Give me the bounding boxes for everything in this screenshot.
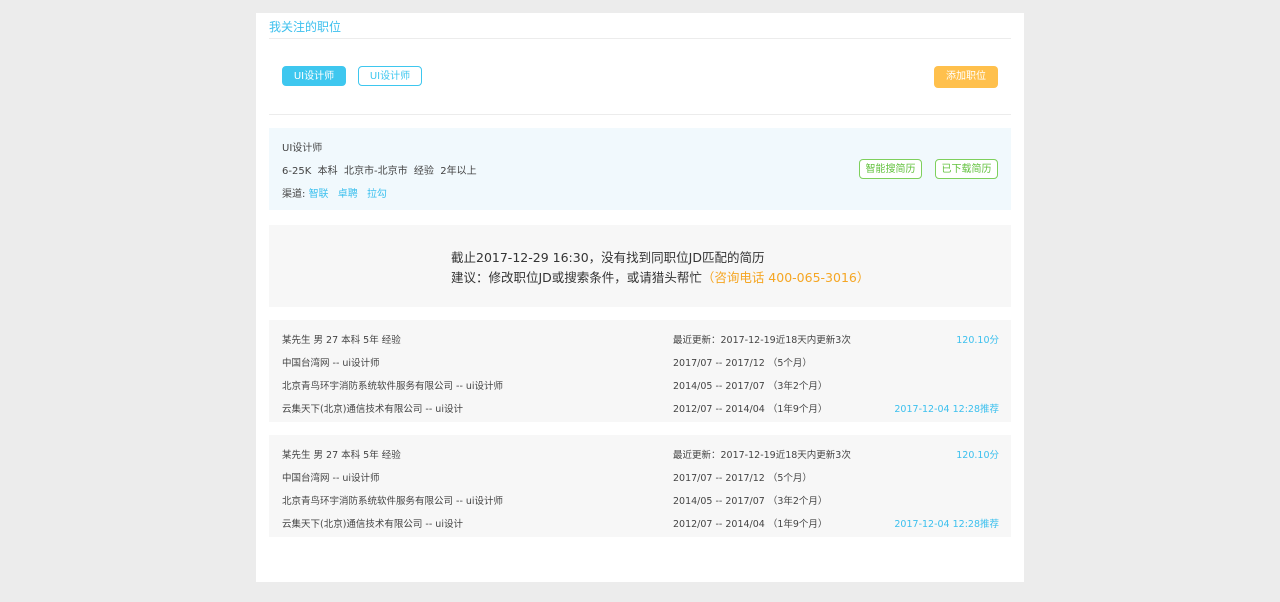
channel-zhilian[interactable]: 智联 xyxy=(309,189,329,200)
channel-zhuopin[interactable]: 卓聘 xyxy=(338,189,358,200)
notice-suggestion-text: 建议：修改职位JD或搜索条件，或请猎头帮忙（咨询电话 400-065-3016） xyxy=(451,267,869,286)
title-divider xyxy=(269,38,1011,39)
resume-card[interactable]: 某先生 男 27 本科 5年 经验 最近更新：2017-12-19近18天内更新… xyxy=(269,320,1011,422)
experience-period: 2014/05 -- 2017/07 （3年2个月） xyxy=(673,381,828,392)
no-match-notice: 截止2017-12-29 16:30，没有找到同职位JD匹配的简历 建议：修改职… xyxy=(269,225,1011,307)
candidate-summary: 某先生 男 27 本科 5年 经验 xyxy=(282,450,401,461)
last-updated: 最近更新：2017-12-19近18天内更新3次 xyxy=(673,450,851,461)
tags-divider xyxy=(269,114,1011,115)
resume-card[interactable]: 某先生 男 27 本科 5年 经验 最近更新：2017-12-19近18天内更新… xyxy=(269,435,1011,537)
smart-search-resume-button[interactable]: 智能搜简历 xyxy=(859,159,922,179)
job-tag-active[interactable]: UI设计师 xyxy=(282,66,346,86)
job-title: UI设计师 xyxy=(282,143,323,154)
page-title: 我关注的职位 xyxy=(269,20,342,34)
match-score: 120.10分 xyxy=(956,450,999,461)
recommend-time: 2017-12-04 12:28推荐 xyxy=(894,404,999,415)
job-tag[interactable]: UI设计师 xyxy=(358,66,422,86)
main-card: 我关注的职位 UI设计师 UI设计师 添加职位 UI设计师 6-25K 本科 北… xyxy=(256,13,1024,582)
consult-phone-link[interactable]: （咨询电话 400-065-3016） xyxy=(702,270,870,285)
downloaded-resume-button[interactable]: 已下载简历 xyxy=(935,159,998,179)
job-info-panel: UI设计师 6-25K 本科 北京市-北京市 经验 2年以上 渠道: 智联 卓聘… xyxy=(269,128,1011,210)
recommend-time: 2017-12-04 12:28推荐 xyxy=(894,519,999,530)
match-score: 120.10分 xyxy=(956,335,999,346)
last-updated: 最近更新：2017-12-19近18天内更新3次 xyxy=(673,335,851,346)
experience-company: 云集天下(北京)通信技术有限公司 -- ui设计 xyxy=(282,519,463,530)
channel-lagou[interactable]: 拉勾 xyxy=(367,189,387,200)
notice-deadline-text: 截止2017-12-29 16:30，没有找到同职位JD匹配的简历 xyxy=(451,250,765,265)
job-meta: 6-25K 本科 北京市-北京市 经验 2年以上 xyxy=(282,166,477,177)
experience-company: 中国台湾网 -- ui设计师 xyxy=(282,473,380,484)
experience-company: 北京青鸟环宇消防系统软件服务有限公司 -- ui设计师 xyxy=(282,496,504,507)
add-job-button[interactable]: 添加职位 xyxy=(934,66,998,88)
experience-company: 云集天下(北京)通信技术有限公司 -- ui设计 xyxy=(282,404,463,415)
experience-period: 2014/05 -- 2017/07 （3年2个月） xyxy=(673,496,828,507)
experience-period: 2017/07 -- 2017/12 （5个月） xyxy=(673,473,812,484)
notice-suggestion: 建议：修改职位JD或搜索条件，或请猎头帮忙 xyxy=(451,270,702,285)
channels-label: 渠道: xyxy=(282,189,306,200)
experience-company: 北京青鸟环宇消防系统软件服务有限公司 -- ui设计师 xyxy=(282,381,504,392)
job-channels: 渠道: 智联 卓聘 拉勾 xyxy=(282,185,393,200)
experience-period: 2012/07 -- 2014/04 （1年9个月） xyxy=(673,404,828,415)
candidate-summary: 某先生 男 27 本科 5年 经验 xyxy=(282,335,401,346)
experience-period: 2017/07 -- 2017/12 （5个月） xyxy=(673,358,812,369)
experience-company: 中国台湾网 -- ui设计师 xyxy=(282,358,380,369)
experience-period: 2012/07 -- 2014/04 （1年9个月） xyxy=(673,519,828,530)
